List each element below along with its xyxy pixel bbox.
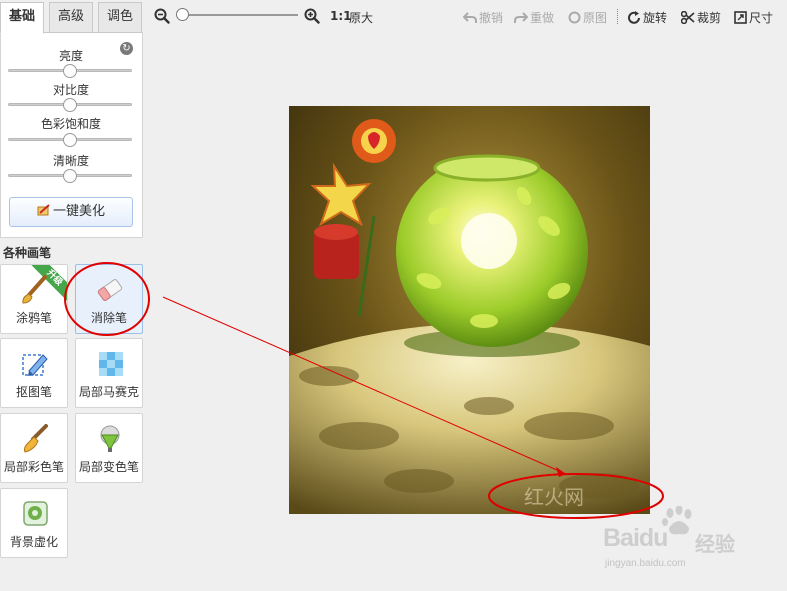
redo-button[interactable]: 重做 — [514, 9, 554, 26]
tool-label: 局部变色笔 — [78, 460, 139, 474]
one-click-beautify-button[interactable]: 一键美化 — [9, 197, 133, 227]
resize-label: 尺寸 — [749, 11, 774, 25]
saturation-label: 色彩饱和度 — [40, 117, 101, 131]
tool-label: 涂鸦笔 — [15, 311, 52, 325]
brushes-title: 各种画笔 — [3, 246, 52, 260]
sharpness-slider[interactable] — [8, 169, 132, 183]
rotate-button[interactable]: 旋转 — [627, 9, 667, 26]
redo-icon — [514, 12, 528, 23]
tab-basic[interactable]: 基础 — [0, 2, 44, 34]
brightness-label: 亮度 — [58, 49, 83, 63]
toolbar-divider — [617, 9, 618, 24]
saturation-slider[interactable] — [8, 133, 132, 147]
eraser-icon — [97, 279, 123, 301]
tool-label: 抠图笔 — [15, 385, 52, 399]
tab-advanced[interactable]: 高级 — [49, 2, 93, 33]
zoom-in-icon[interactable] — [304, 8, 320, 24]
contrast-label: 对比度 — [52, 83, 89, 97]
crop-button[interactable]: 裁剪 — [681, 9, 721, 26]
crop-label: 裁剪 — [697, 11, 722, 25]
sharpness-slider-knob[interactable] — [63, 169, 77, 183]
original-image-label: 原图 — [583, 11, 608, 25]
baidu-jingyan-logo: Baidu 经验 jingyan.baidu.com — [603, 506, 783, 588]
magic-wand-icon — [37, 204, 50, 216]
undo-label: 撤销 — [479, 11, 504, 25]
contrast-slider[interactable] — [8, 98, 132, 112]
watermark-text: 红火网 — [524, 485, 584, 509]
color-brush-icon — [23, 424, 48, 453]
blur-background-icon — [23, 501, 48, 526]
rotate-icon — [628, 11, 640, 24]
tool-mosaic[interactable]: 局部马赛克 — [75, 338, 143, 408]
tool-background-blur[interactable]: 背景虚化 — [0, 488, 68, 558]
basic-adjust-panel: ↻ 亮度 对比度 色彩饱和度 清晰度 一键美化 — [0, 32, 143, 238]
jingyan-url: jingyan.baidu.com — [605, 558, 686, 569]
one-click-beautify-label: 一键美化 — [52, 204, 105, 219]
original-image-button[interactable]: 原图 — [568, 9, 607, 26]
tool-local-color-brush[interactable]: 局部彩色笔 — [0, 413, 68, 483]
tool-label: 背景虚化 — [9, 535, 58, 549]
tool-cutout-pen[interactable]: 抠图笔 — [0, 338, 68, 408]
photo-canvas[interactable]: 红火网 — [289, 106, 650, 514]
rotate-label: 旋转 — [643, 11, 668, 25]
brightness-slider[interactable] — [8, 64, 132, 78]
resize-icon — [734, 11, 747, 24]
tool-eraser-brush[interactable]: 消除笔 — [75, 264, 143, 334]
zoom-slider[interactable] — [180, 14, 298, 16]
paw-icon — [662, 506, 692, 535]
original-size-button[interactable]: 原大 — [349, 9, 373, 26]
zoom-out-icon[interactable] — [154, 8, 170, 24]
tool-label: 局部彩色笔 — [3, 460, 64, 474]
tool-label: 局部马赛克 — [78, 385, 139, 399]
tool-local-color-change[interactable]: 局部变色笔 — [75, 413, 143, 483]
photo-image: 红火网 — [289, 106, 650, 514]
scissors-icon — [681, 11, 695, 24]
tab-bar: 基础 高级 调色 — [0, 0, 143, 34]
tab-color[interactable]: 调色 — [98, 2, 142, 33]
redo-label: 重做 — [530, 11, 555, 25]
undo-icon — [463, 12, 477, 23]
zoom-slider-knob[interactable] — [176, 8, 189, 21]
undo-button[interactable]: 撤销 — [463, 9, 503, 26]
original-image-icon — [568, 11, 581, 24]
brightness-slider-knob[interactable] — [63, 64, 77, 78]
top-toolbar: 1:1 原大 撤销 重做 原图 旋转 裁剪 尺寸 — [143, 0, 787, 33]
baidu-logo-text: Baidu — [603, 524, 668, 552]
tool-label: 消除笔 — [90, 311, 127, 325]
contrast-slider-knob[interactable] — [63, 98, 77, 112]
brush-icon — [22, 275, 47, 304]
saturation-slider-knob[interactable] — [63, 133, 77, 147]
color-change-icon — [100, 425, 120, 452]
tool-doodle-brush[interactable]: 升级 涂鸦笔 — [0, 264, 68, 334]
mosaic-icon — [99, 352, 123, 376]
cutout-pen-icon — [22, 354, 48, 376]
sharpness-label: 清晰度 — [52, 154, 89, 168]
jingyan-logo-text: 经验 — [695, 532, 735, 556]
resize-button[interactable]: 尺寸 — [734, 9, 773, 26]
left-panel: 基础 高级 调色 ↻ 亮度 对比度 色彩饱和度 清晰度 一键美化 各种画笔 升级… — [0, 0, 143, 591]
